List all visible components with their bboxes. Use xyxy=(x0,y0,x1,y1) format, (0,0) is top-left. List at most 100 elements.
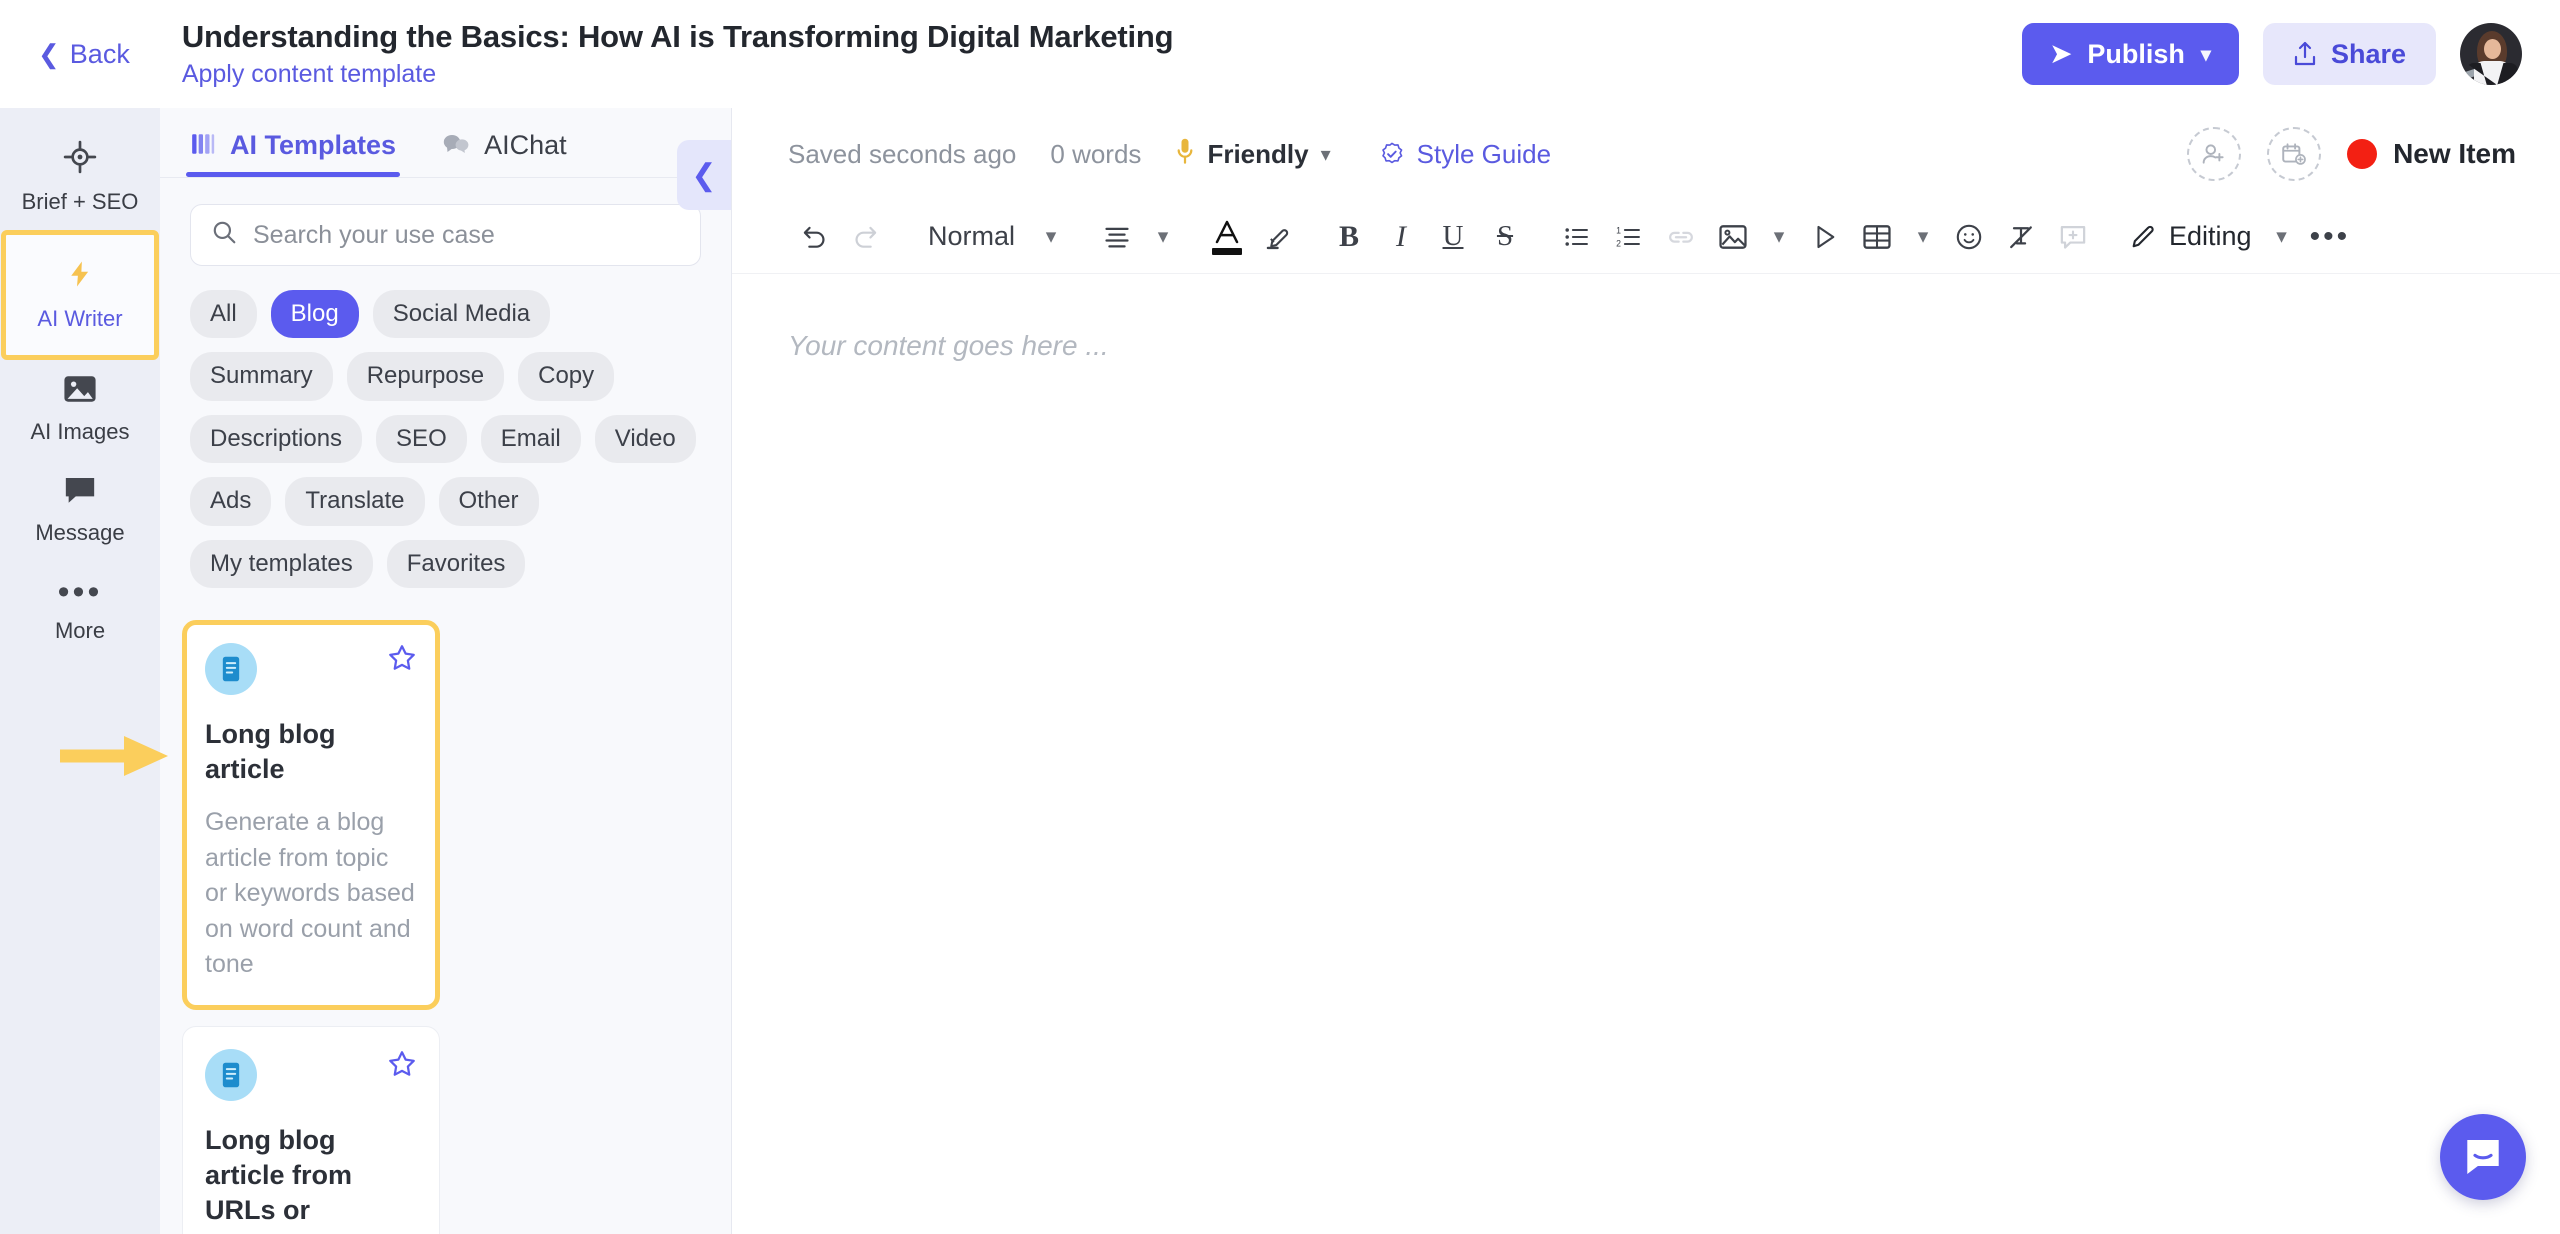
chevron-down-icon: ▾ xyxy=(1157,225,1169,248)
share-label: Share xyxy=(2330,38,2406,69)
text-color-icon xyxy=(1215,220,1239,243)
style-guide-label: Style Guide xyxy=(1416,138,1552,169)
add-person-button[interactable] xyxy=(2187,127,2242,181)
table-chevron[interactable]: ▾ xyxy=(1903,211,1943,263)
pencil-icon xyxy=(2132,225,2154,247)
template-card[interactable]: Long blog article from URLs or documents… xyxy=(182,1025,440,1234)
numbered-list-icon: 1 2 xyxy=(1616,225,1640,248)
bold-icon: B xyxy=(1339,219,1360,253)
style-guide-button[interactable]: Style Guide xyxy=(1379,139,1551,170)
text-color-swatch xyxy=(1212,247,1243,255)
microphone-icon xyxy=(1175,137,1195,172)
highlight-button[interactable] xyxy=(1251,211,1303,263)
collapse-panel-button[interactable]: ❮ xyxy=(677,140,731,210)
tone-selector[interactable]: Friendly ▾ xyxy=(1175,137,1331,172)
chat-launcher-button[interactable] xyxy=(2440,1114,2526,1200)
tab-label: AIChat xyxy=(484,130,567,160)
chip-other[interactable]: Other xyxy=(438,477,539,526)
search-box[interactable] xyxy=(190,204,701,266)
chevron-down-icon: ▾ xyxy=(1320,143,1331,166)
align-chevron[interactable]: ▾ xyxy=(1143,211,1183,263)
italic-button[interactable]: I xyxy=(1375,211,1427,263)
avatar-face xyxy=(2484,39,2501,59)
redo-button[interactable] xyxy=(840,211,892,263)
send-icon: ➤ xyxy=(2050,39,2072,68)
svg-text:1: 1 xyxy=(1616,225,1621,235)
chip-email[interactable]: Email xyxy=(480,414,581,464)
chip-blog[interactable]: Blog xyxy=(270,290,359,339)
link-icon xyxy=(1669,231,1693,243)
numbered-list-button[interactable]: 1 2 xyxy=(1603,211,1655,263)
insert-video-button[interactable] xyxy=(1799,211,1851,263)
chip-seo[interactable]: SEO xyxy=(376,414,467,464)
share-button[interactable]: Share xyxy=(2262,23,2436,85)
star-outline-icon[interactable] xyxy=(387,1049,417,1085)
chip-favorites[interactable]: Favorites xyxy=(386,539,526,588)
chip-video[interactable]: Video xyxy=(594,414,696,464)
toolbar-more-button[interactable]: ••• xyxy=(2302,211,2359,263)
sidebar-item-more[interactable]: ••• More xyxy=(0,561,160,659)
template-card[interactable]: Long blog article Generate a blog articl… xyxy=(182,619,440,1010)
back-button[interactable]: ❮ Back xyxy=(28,33,140,76)
add-person-icon xyxy=(2202,144,2224,164)
insert-table-button[interactable] xyxy=(1851,211,1903,263)
align-button[interactable] xyxy=(1091,211,1143,263)
tab-aichat[interactable]: AIChat xyxy=(442,130,567,177)
editor-header-actions: New Item xyxy=(2187,127,2516,181)
add-calendar-button[interactable] xyxy=(2267,127,2322,181)
chip-repurpose[interactable]: Repurpose xyxy=(346,352,505,401)
apply-content-template-link[interactable]: Apply content template xyxy=(182,60,1174,89)
top-bar-actions: ➤ Publish ▾ Share xyxy=(2022,23,2522,85)
tab-ai-templates[interactable]: AI Templates xyxy=(185,130,401,177)
publish-button[interactable]: ➤ Publish ▾ xyxy=(2022,23,2239,85)
chip-social-media[interactable]: Social Media xyxy=(372,290,551,339)
search-icon xyxy=(211,219,237,252)
block-style-chevron[interactable]: ▾ xyxy=(1031,211,1071,263)
sidebar-item-ai-writer[interactable]: AI Writer xyxy=(1,230,159,361)
bold-button[interactable]: B xyxy=(1323,211,1375,263)
avatar[interactable] xyxy=(2460,23,2522,85)
image-chevron[interactable]: ▾ xyxy=(1759,211,1799,263)
upload-icon xyxy=(2294,41,2316,66)
emoji-button[interactable] xyxy=(1943,211,1995,263)
intercom-chat-icon xyxy=(2467,1140,2499,1174)
emoji-icon xyxy=(1956,224,1982,249)
sidebar-item-label: Brief + SEO xyxy=(21,189,139,214)
sidebar-item-label: More xyxy=(54,617,106,643)
template-card-grid: Long blog article Generate a blog articl… xyxy=(160,598,731,1234)
italic-icon: I xyxy=(1396,219,1407,253)
chip-summary[interactable]: Summary xyxy=(190,352,333,401)
block-style-selector[interactable]: Normal xyxy=(912,221,1031,252)
sidebar-item-message[interactable]: Message xyxy=(0,461,160,561)
chip-descriptions[interactable]: Descriptions xyxy=(190,414,363,464)
search-input[interactable] xyxy=(253,220,680,250)
strikethrough-button[interactable]: S xyxy=(1479,211,1531,263)
editing-chevron[interactable]: ▾ xyxy=(2262,211,2302,263)
chevron-down-icon: ▾ xyxy=(2276,225,2287,248)
undo-button[interactable] xyxy=(788,211,840,263)
new-item-button[interactable]: New Item xyxy=(2347,138,2516,170)
chip-translate[interactable]: Translate xyxy=(285,477,425,526)
insert-image-button[interactable] xyxy=(1707,211,1759,263)
highlighter-icon xyxy=(1266,228,1289,249)
text-color-button[interactable] xyxy=(1203,211,1251,263)
link-button[interactable] xyxy=(1655,211,1707,263)
clear-formatting-button[interactable] xyxy=(1995,211,2047,263)
chip-all[interactable]: All xyxy=(190,290,257,339)
chip-copy[interactable]: Copy xyxy=(518,352,615,401)
add-comment-button[interactable] xyxy=(2047,211,2099,263)
editing-mode-button[interactable]: Editing xyxy=(2119,221,2262,252)
chip-ads[interactable]: Ads xyxy=(190,477,272,526)
sidebar-item-brief-seo[interactable]: Brief + SEO xyxy=(0,126,160,230)
editor-header: Saved seconds ago 0 words Friendly ▾ Sty… xyxy=(732,108,2560,200)
chat-bubble-icon xyxy=(63,475,97,511)
card-title: Long blog article from URLs or documents xyxy=(205,1124,353,1234)
chip-my-templates[interactable]: My templates xyxy=(190,539,373,588)
table-icon xyxy=(1863,224,1891,249)
image-icon xyxy=(63,374,97,410)
underline-button[interactable]: U xyxy=(1427,211,1479,263)
star-outline-icon[interactable] xyxy=(387,643,417,679)
sidebar-item-ai-images[interactable]: AI Images xyxy=(0,360,160,460)
editor-content-area[interactable]: Your content goes here ... xyxy=(732,274,2560,1234)
bullet-list-button[interactable] xyxy=(1551,211,1603,263)
